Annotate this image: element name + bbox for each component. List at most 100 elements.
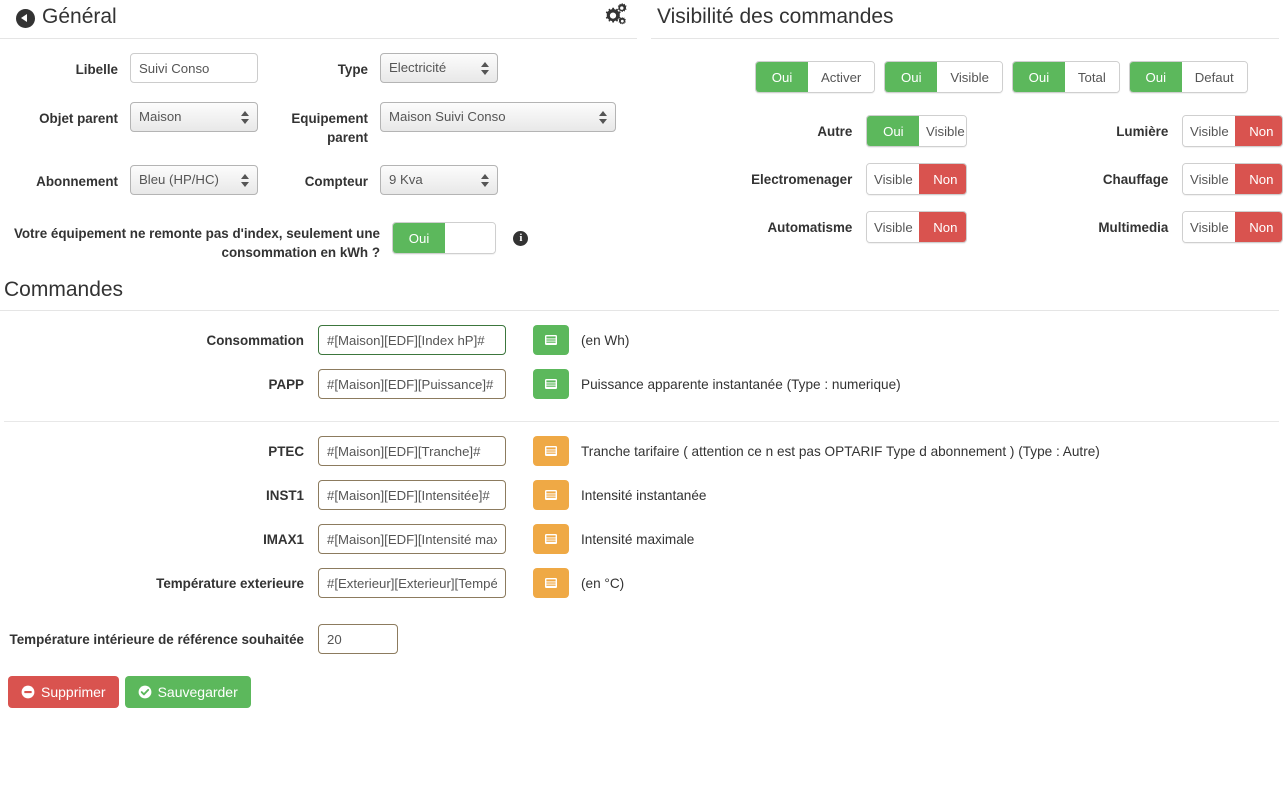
- compteur-select[interactable]: 9 Kva: [380, 165, 498, 195]
- commandes-title: Commandes: [0, 278, 1279, 311]
- visibility-top-toggles: Oui Activer Oui Visible Oui Total Oui De…: [651, 61, 1283, 93]
- objet-parent-select-wrap: Maison: [118, 102, 258, 137]
- toggle-electromenager[interactable]: Visible Non: [866, 163, 967, 195]
- toggle-autre[interactable]: Oui Visible: [866, 115, 967, 147]
- ptec-input[interactable]: [318, 436, 506, 466]
- back-arrow-icon[interactable]: [16, 8, 35, 28]
- toggle-visible-global-off[interactable]: Visible: [937, 62, 1002, 92]
- equipement-parent-select[interactable]: Maison Suivi Conso: [380, 102, 616, 132]
- toggle-autre-off[interactable]: Visible: [919, 116, 967, 146]
- toggle-total-on[interactable]: Oui: [1012, 62, 1065, 92]
- papp-input[interactable]: [318, 369, 506, 399]
- form-row-abonnement-compteur: Abonnement Bleu (HP/HC) Compteur 9 Kva: [0, 165, 641, 200]
- type-select-wrap: Electricité: [368, 53, 641, 88]
- toggle-multimedia-on[interactable]: Visible: [1183, 212, 1236, 242]
- imax1-input-wrap: [318, 524, 506, 554]
- imax1-label: IMAX1: [263, 531, 304, 547]
- toggle-lumiere-off[interactable]: Non: [1235, 116, 1283, 146]
- visibility-cell-automatisme: Automatisme Visible Non: [651, 211, 967, 243]
- list-icon: [545, 534, 557, 544]
- toggle-autre-on[interactable]: Oui: [867, 116, 920, 146]
- inst1-input[interactable]: [318, 480, 506, 510]
- general-panel: Général Libelle Type Electricité: [0, 0, 641, 262]
- visibility-cell-lumiere: Lumière Visible Non: [967, 115, 1283, 147]
- toggle-chauffage-on[interactable]: Visible: [1183, 164, 1236, 194]
- index-toggle[interactable]: Oui: [392, 222, 496, 254]
- consommation-input[interactable]: [318, 325, 506, 355]
- check-circle-icon: [138, 685, 151, 699]
- toggle-multimedia-off[interactable]: Non: [1235, 212, 1283, 242]
- toggle-activer-on[interactable]: Oui: [756, 62, 808, 92]
- abonnement-select[interactable]: Bleu (HP/HC): [130, 165, 258, 195]
- cmd-row-imax1: IMAX1 Intensité maximale: [0, 524, 1283, 554]
- type-select[interactable]: Electricité: [380, 53, 498, 83]
- imax1-command-button[interactable]: [533, 524, 569, 554]
- objet-parent-label: Objet parent: [39, 111, 118, 126]
- index-toggle-blank[interactable]: [445, 223, 495, 253]
- index-toggle-oui[interactable]: Oui: [393, 223, 445, 253]
- temperature-reference-label: Température intérieure de référence souh…: [9, 631, 304, 647]
- toggle-total-off[interactable]: Total: [1064, 62, 1119, 92]
- toggle-chauffage-off[interactable]: Non: [1235, 164, 1283, 194]
- consommation-input-wrap: [318, 325, 506, 355]
- libelle-input[interactable]: [130, 53, 258, 83]
- toggle-automatisme[interactable]: Visible Non: [866, 211, 967, 243]
- toggle-chauffage[interactable]: Visible Non: [1182, 163, 1283, 195]
- inst1-input-wrap: [318, 480, 506, 510]
- delete-button[interactable]: Supprimer: [8, 676, 119, 708]
- list-icon: [545, 379, 557, 389]
- toggle-electromenager-off[interactable]: Non: [919, 164, 967, 194]
- toggle-defaut-off[interactable]: Defaut: [1181, 62, 1247, 92]
- toggle-defaut-on[interactable]: Oui: [1129, 62, 1182, 92]
- page-title: Général: [42, 5, 117, 28]
- save-button[interactable]: Sauvegarder: [124, 676, 251, 708]
- inst1-desc: Intensité instantanée: [581, 487, 707, 503]
- toggle-visible-global[interactable]: Oui Visible: [884, 61, 1003, 93]
- equipement-parent-label: Equipement parent: [291, 111, 368, 145]
- index-toggle-wrap: Oui i: [380, 222, 529, 254]
- visibility-panel-header: Visibilité des commandes: [651, 0, 1279, 39]
- multimedia-label: Multimedia: [1098, 219, 1169, 235]
- libelle-label: Libelle: [75, 62, 118, 77]
- papp-command-button[interactable]: [533, 369, 569, 399]
- visibility-cell-electromenager: Electromenager Visible Non: [651, 163, 967, 195]
- inst1-command-button[interactable]: [533, 480, 569, 510]
- temperature-exterieure-input[interactable]: [318, 568, 506, 598]
- commandes-divider: [4, 421, 1279, 422]
- toggle-lumiere[interactable]: Visible Non: [1182, 115, 1283, 147]
- temperature-reference-input[interactable]: [318, 624, 398, 654]
- abonnement-select-wrap: Bleu (HP/HC): [118, 165, 258, 200]
- imax1-input[interactable]: [318, 524, 506, 554]
- action-buttons: Supprimer Sauvegarder: [8, 676, 1283, 708]
- toggle-activer[interactable]: Oui Activer: [755, 61, 876, 93]
- info-icon[interactable]: i: [513, 230, 529, 246]
- temperature-exterieure-label: Température exterieure: [156, 575, 304, 591]
- cmd-row-temperature-reference: Température intérieure de référence souh…: [0, 624, 1283, 654]
- compteur-label: Compteur: [304, 174, 368, 189]
- form-row-libelle-type: Libelle Type Electricité: [0, 53, 641, 88]
- cmd-row-temperature-exterieure: Température exterieure (en °C): [0, 568, 1283, 598]
- toggle-visible-global-on[interactable]: Oui: [885, 62, 938, 92]
- equipment-config-page: Général Libelle Type Electricité: [0, 0, 1283, 808]
- toggle-automatisme-on[interactable]: Visible: [867, 212, 920, 242]
- ptec-command-button[interactable]: [533, 436, 569, 466]
- cmd-row-ptec: PTEC Tranche tarifaire ( attention ce n …: [0, 436, 1283, 466]
- consommation-command-button[interactable]: [533, 325, 569, 355]
- toggle-electromenager-on[interactable]: Visible: [867, 164, 920, 194]
- electromenager-label: Electromenager: [751, 171, 853, 187]
- visibility-row-3: Automatisme Visible Non Multimedia Visib…: [651, 211, 1283, 243]
- inst1-label: INST1: [266, 487, 304, 503]
- form-row-index-question: Votre équipement ne remonte pas d'index,…: [0, 222, 641, 262]
- objet-parent-select[interactable]: Maison: [130, 102, 258, 132]
- toggle-automatisme-off[interactable]: Non: [919, 212, 967, 242]
- toggle-total[interactable]: Oui Total: [1011, 61, 1120, 93]
- toggle-activer-off[interactable]: Activer: [808, 62, 875, 92]
- gears-icon[interactable]: [599, 3, 627, 29]
- equipement-parent-select-wrap: Maison Suivi Conso: [368, 102, 641, 137]
- toggle-multimedia[interactable]: Visible Non: [1182, 211, 1283, 243]
- visibility-cell-chauffage: Chauffage Visible Non: [967, 163, 1283, 195]
- consommation-label: Consommation: [206, 332, 304, 348]
- temperature-exterieure-command-button[interactable]: [533, 568, 569, 598]
- toggle-lumiere-on[interactable]: Visible: [1183, 116, 1236, 146]
- toggle-defaut[interactable]: Oui Defaut: [1128, 61, 1248, 93]
